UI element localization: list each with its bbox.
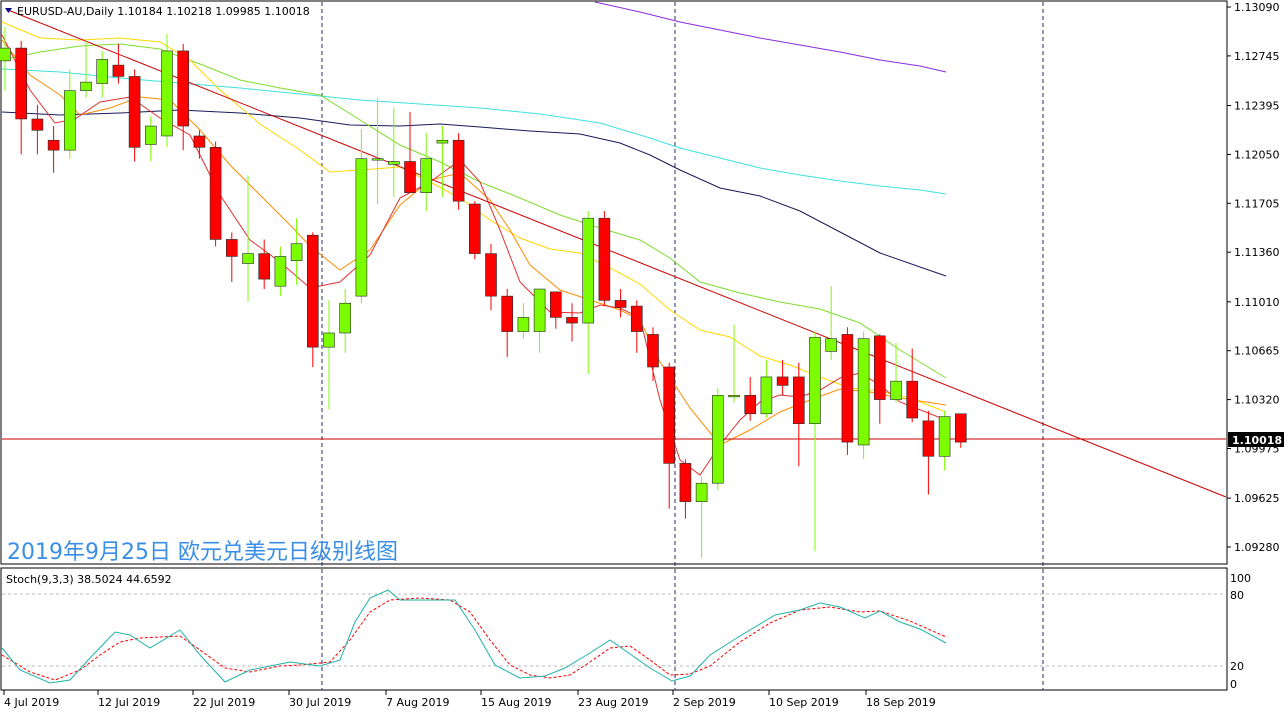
candle-body bbox=[825, 338, 838, 352]
stoch-level-80: 80 bbox=[1230, 589, 1244, 602]
candle-body bbox=[226, 239, 238, 257]
time-tick-label: 18 Sep 2019 bbox=[866, 696, 936, 709]
candle-body bbox=[647, 334, 659, 368]
price-tick-label: 1.09625 bbox=[1234, 492, 1280, 505]
candle-body bbox=[890, 380, 902, 400]
candle-body bbox=[452, 139, 465, 202]
price-tick-label: 1.10320 bbox=[1234, 394, 1280, 407]
candle-body bbox=[242, 253, 254, 264]
candle-body bbox=[128, 76, 141, 148]
time-tick-label: 22 Jul 2019 bbox=[193, 696, 255, 709]
candle-body bbox=[404, 161, 416, 193]
candle-body bbox=[387, 161, 400, 165]
candle-body bbox=[873, 335, 886, 400]
price-tick-label: 1.11360 bbox=[1234, 246, 1280, 259]
stoch-level-0: 0 bbox=[1230, 678, 1237, 691]
price-tick-label: 1.09280 bbox=[1234, 541, 1280, 554]
candle-body bbox=[436, 139, 449, 144]
candle-body bbox=[630, 305, 643, 332]
price-axis: 1.13090 1.12745 1.12395 1.12050 1.11705 1.113… bbox=[1227, 1, 1280, 554]
time-tick-label: 23 Aug 2019 bbox=[578, 696, 648, 709]
candle-body bbox=[31, 118, 44, 131]
candle-body bbox=[96, 59, 108, 84]
candle-body bbox=[906, 380, 919, 419]
candle-body bbox=[64, 90, 76, 151]
price-tick-label: 1.11010 bbox=[1234, 296, 1280, 309]
candle-body bbox=[549, 291, 562, 318]
candle-body bbox=[161, 50, 173, 137]
time-tick-label: 2 Sep 2019 bbox=[673, 696, 736, 709]
price-tick-label: 1.12050 bbox=[1234, 148, 1280, 161]
candle-body bbox=[0, 47, 11, 62]
candle-body bbox=[695, 482, 708, 502]
candle-body bbox=[614, 300, 627, 308]
stoch-label: Stoch(9,3,3) 38.5024 44.6592 bbox=[6, 573, 172, 586]
candle-body bbox=[663, 366, 676, 464]
time-tick-label: 15 Aug 2019 bbox=[481, 696, 551, 709]
candle-body bbox=[841, 334, 854, 443]
price-tick-label: 1.11705 bbox=[1234, 197, 1280, 210]
candle-body bbox=[420, 158, 433, 193]
chart-annotation: 2019年9月25日 欧元兑美元日级别线图 bbox=[7, 540, 398, 565]
candle-body bbox=[15, 47, 27, 120]
chart-canvas: 1.13090 1.12745 1.12395 1.12050 1.11705 1.113… bbox=[0, 0, 1284, 709]
candle-body bbox=[776, 376, 789, 386]
stoch-level-labels: 100 80 20 0 bbox=[1230, 572, 1251, 691]
candle-body bbox=[728, 395, 740, 398]
time-axis: 4 Jul 2019 12 Jul 2019 22 Jul 2019 30 Jul 2… bbox=[3, 690, 936, 709]
candle-body bbox=[112, 64, 125, 77]
candle-body bbox=[711, 395, 724, 484]
price-tick-label: 1.10665 bbox=[1234, 345, 1280, 358]
stoch-level-100: 100 bbox=[1230, 572, 1251, 585]
price-tick-label: 1.12395 bbox=[1234, 100, 1280, 113]
candle-body bbox=[485, 253, 497, 297]
candle-body bbox=[582, 217, 595, 324]
symbol-info: EURUSD-AU,Daily 1.10184 1.10218 1.09985 … bbox=[17, 5, 310, 18]
candle-body bbox=[533, 288, 546, 332]
candle-body bbox=[938, 416, 951, 457]
candle-body bbox=[744, 395, 757, 415]
price-tick-label: 1.12745 bbox=[1234, 50, 1280, 63]
time-tick-label: 7 Aug 2019 bbox=[386, 696, 449, 709]
candle-body bbox=[857, 338, 870, 446]
candle-body bbox=[145, 125, 157, 145]
candle-body bbox=[679, 463, 692, 502]
candle-body bbox=[468, 203, 481, 254]
candle-body bbox=[809, 336, 821, 424]
price-tick-label: 1.13090 bbox=[1234, 1, 1280, 14]
candle-body bbox=[80, 81, 92, 91]
time-tick-label: 10 Sep 2019 bbox=[769, 696, 839, 709]
candle-body bbox=[922, 420, 935, 457]
candle-body bbox=[47, 139, 60, 151]
candle-body bbox=[323, 332, 335, 348]
price-badge-text: 1.10018 bbox=[1232, 434, 1282, 447]
stoch-level-20: 20 bbox=[1230, 660, 1244, 673]
candle-body bbox=[306, 234, 319, 348]
candle-body bbox=[209, 147, 222, 240]
time-tick-label: 4 Jul 2019 bbox=[4, 696, 59, 709]
candle-body bbox=[177, 50, 189, 127]
candle-body bbox=[501, 295, 514, 332]
time-tick-label: 12 Jul 2019 bbox=[98, 696, 160, 709]
candle-body bbox=[954, 413, 967, 443]
time-tick-label: 30 Jul 2019 bbox=[289, 696, 351, 709]
candle-body bbox=[290, 243, 303, 262]
candle-body bbox=[274, 256, 287, 287]
candle-body bbox=[355, 158, 368, 297]
candle-body bbox=[792, 376, 805, 424]
candle-body bbox=[598, 217, 611, 301]
candle-body bbox=[339, 302, 352, 334]
candle-body bbox=[371, 158, 384, 161]
candle-body bbox=[517, 317, 530, 332]
candle-body bbox=[760, 376, 773, 415]
candle-body bbox=[193, 135, 206, 148]
candle-body bbox=[258, 253, 271, 280]
candle-body bbox=[566, 317, 578, 324]
